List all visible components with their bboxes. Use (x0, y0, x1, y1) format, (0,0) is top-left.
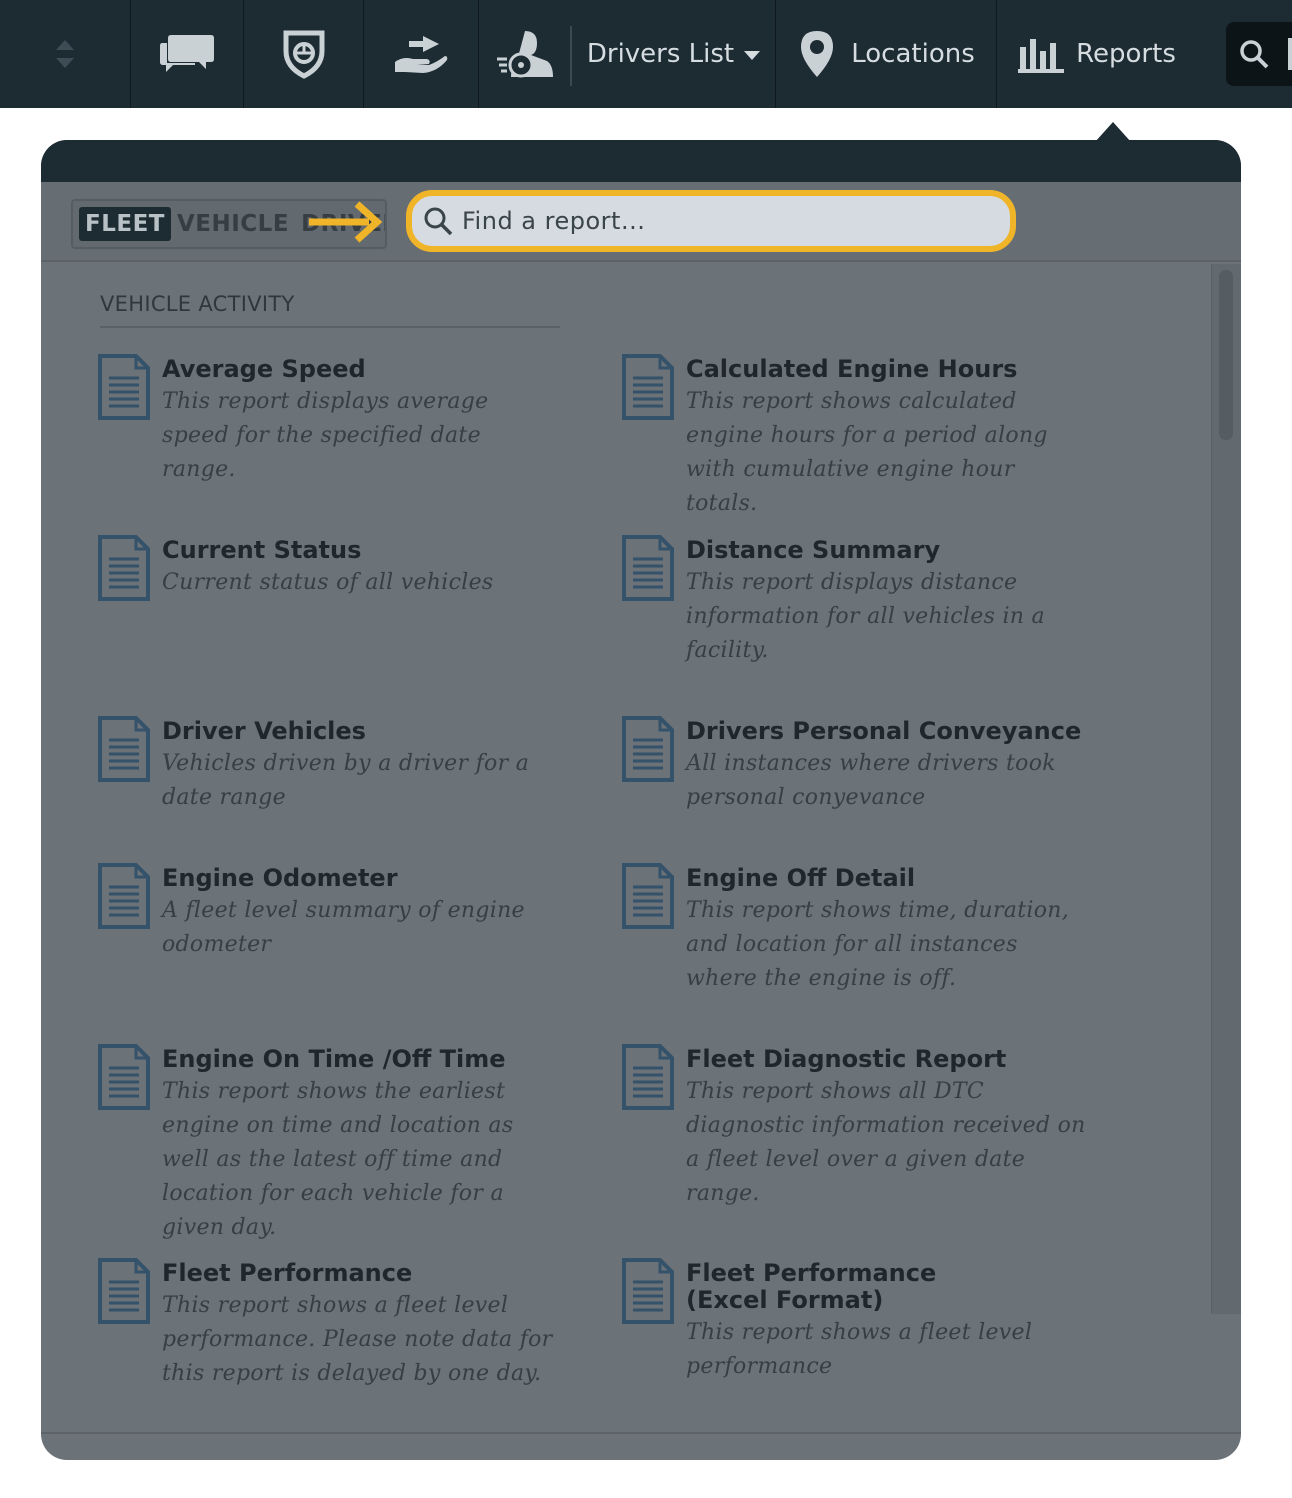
document-icon (622, 1044, 674, 1110)
report-item[interactable]: Engine On Time /Off Time This report show… (98, 1044, 568, 1245)
report-title[interactable]: Engine On Time /Off Time (162, 1046, 557, 1073)
document-icon (98, 1044, 150, 1110)
nav-driver-button[interactable] (479, 0, 571, 108)
report-search-field[interactable] (406, 190, 1016, 252)
nav-sort-button[interactable] (0, 0, 131, 108)
report-title[interactable]: Driver Vehicles (162, 718, 532, 745)
report-item[interactable]: Calculated Engine Hours This report shows… (622, 354, 1092, 521)
sort-icon (56, 40, 74, 68)
report-item[interactable]: Driver Vehicles Vehicles driven by a driv… (98, 716, 568, 815)
reports-popup: FLEET VEHICLE DRIVER VEHICLE ACTIVITY Av… (41, 140, 1241, 1460)
report-title[interactable]: Fleet Diagnostic Report (686, 1046, 1086, 1073)
shield-icon (283, 30, 324, 79)
report-title[interactable]: Distance Summary (686, 537, 1066, 564)
document-icon (98, 354, 150, 420)
map-pin-icon (801, 31, 834, 77)
document-icon (98, 535, 150, 601)
document-icon (622, 716, 674, 782)
report-title[interactable]: Average Speed (162, 356, 552, 383)
top-navigation-bar: Drivers List Locations Reports (0, 0, 1292, 108)
highlight-arrow-icon (309, 201, 383, 243)
locations-label: Locations (851, 39, 975, 69)
chevron-down-icon (744, 51, 761, 60)
document-icon (98, 1258, 150, 1324)
nav-messages-button[interactable] (131, 0, 244, 108)
nav-dispatch-button[interactable] (364, 0, 479, 108)
report-description: This report displays distance informatio… (686, 570, 1045, 663)
popup-header (41, 140, 1241, 182)
document-icon (98, 716, 150, 782)
document-icon (622, 1258, 674, 1324)
report-item[interactable]: Fleet Performance (Excel Format) This rep… (622, 1258, 1092, 1384)
report-item[interactable]: Engine Off Detail This report shows time,… (622, 863, 1092, 996)
reports-scrollbar[interactable] (1211, 264, 1241, 1314)
report-description: This report shows a fleet level performa… (162, 1293, 553, 1386)
report-title[interactable]: Fleet Performance (Excel Format) (686, 1260, 1026, 1314)
report-description: Current status of all vehicles (162, 570, 494, 595)
report-item[interactable]: Fleet Diagnostic Report This report shows… (622, 1044, 1092, 1211)
nav-reports-button[interactable]: Reports (997, 0, 1197, 108)
driver-wheel-icon (497, 31, 553, 78)
section-title: VEHICLE ACTIVITY (100, 292, 295, 316)
scrollbar-thumb[interactable] (1219, 270, 1233, 440)
report-description: Vehicles driven by a driver for a date r… (162, 751, 530, 810)
tab-vehicle[interactable]: VEHICLE (171, 207, 295, 241)
reports-toolbar: FLEET VEHICLE DRIVER (41, 182, 1241, 262)
report-item[interactable]: Drivers Personal Conveyance All instances… (622, 716, 1092, 815)
search-icon (1240, 40, 1269, 69)
hand-transfer-icon (395, 36, 448, 73)
report-description: This report shows a fleet level performa… (686, 1320, 1033, 1379)
nav-search-truncated-text (1288, 38, 1292, 70)
bar-chart-icon (1018, 39, 1065, 73)
report-item[interactable]: Distance Summary This report displays dis… (622, 535, 1092, 668)
report-title[interactable]: Calculated Engine Hours (686, 356, 1086, 383)
popup-footer-divider (41, 1432, 1241, 1434)
chat-icon (160, 35, 214, 72)
reports-label: Reports (1076, 39, 1176, 69)
report-description: This report shows all DTC diagnostic inf… (686, 1079, 1086, 1206)
document-icon (622, 863, 674, 929)
report-title[interactable]: Engine Off Detail (686, 865, 1086, 892)
tab-fleet[interactable]: FLEET (79, 207, 171, 241)
section-divider (100, 326, 560, 328)
report-title[interactable]: Engine Odometer (162, 865, 532, 892)
report-title[interactable]: Fleet Performance (162, 1260, 557, 1287)
report-description: This report shows calculated engine hour… (686, 389, 1048, 516)
report-title[interactable]: Current Status (162, 537, 552, 564)
popup-pointer (1095, 122, 1131, 142)
report-item[interactable]: Fleet Performance This report shows a fle… (98, 1258, 568, 1391)
document-icon (622, 535, 674, 601)
report-title[interactable]: Drivers Personal Conveyance (686, 718, 1081, 745)
report-search-input[interactable] (462, 207, 982, 235)
report-description: A fleet level summary of engine odometer (162, 898, 525, 957)
report-item[interactable]: Current Status Current status of all vehi… (98, 535, 568, 601)
nav-search-button[interactable] (1226, 22, 1292, 86)
search-icon (424, 207, 453, 236)
reports-list: VEHICLE ACTIVITY Average Speed This repor… (41, 264, 1211, 1434)
nav-safety-button[interactable] (244, 0, 364, 108)
drivers-list-label: Drivers List (586, 39, 735, 69)
nav-locations-button[interactable]: Locations (776, 0, 997, 108)
report-description: This report displays average speed for t… (162, 389, 489, 482)
report-description: This report shows the earliest engine on… (162, 1079, 514, 1240)
report-item[interactable]: Average Speed This report displays averag… (98, 354, 568, 487)
report-description: All instances where drivers took persona… (686, 751, 1056, 810)
document-icon (98, 863, 150, 929)
report-description: This report shows time, duration, and lo… (686, 898, 1070, 991)
report-item[interactable]: Engine Odometer A fleet level summary of … (98, 863, 568, 962)
document-icon (622, 354, 674, 420)
nav-drivers-list-dropdown[interactable]: Drivers List (572, 0, 776, 108)
